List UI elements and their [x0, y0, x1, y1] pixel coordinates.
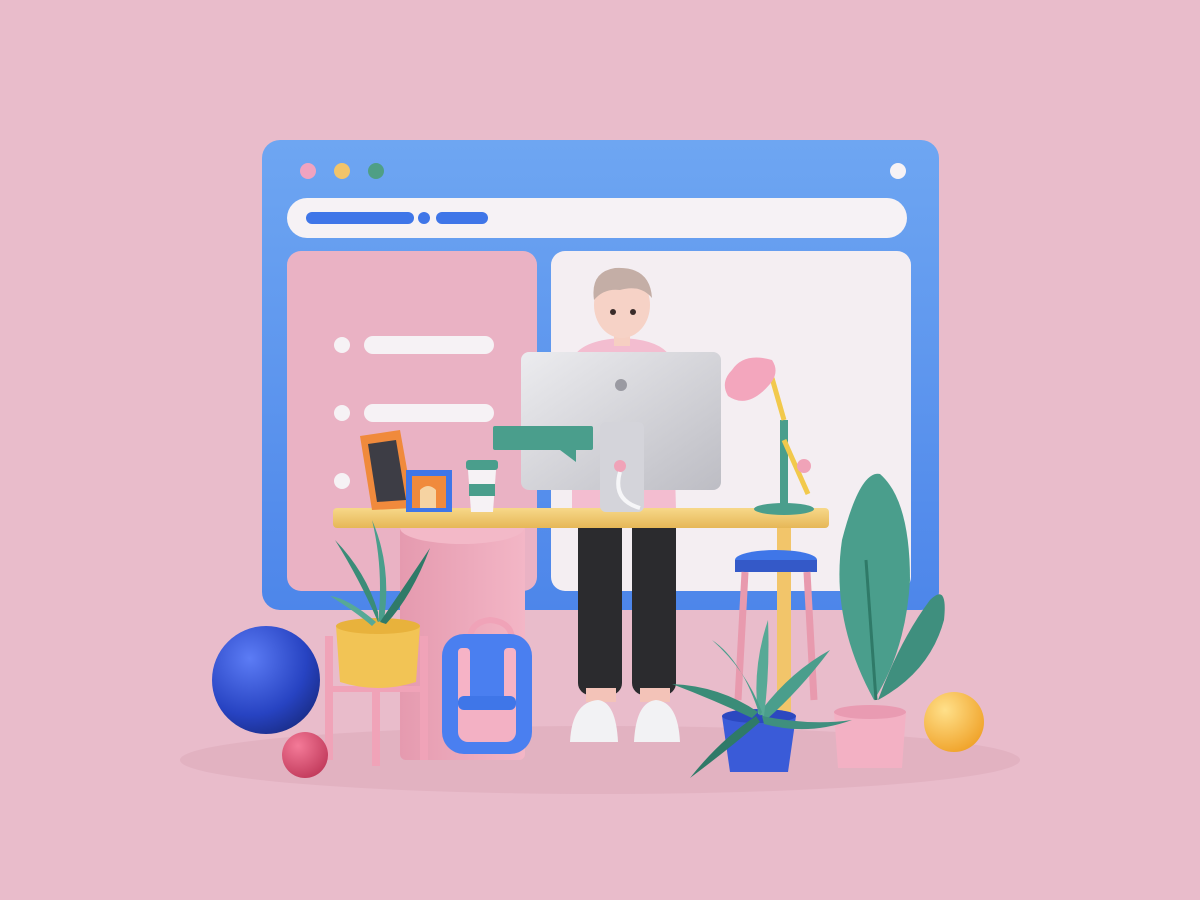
list-bullet-icon	[334, 405, 350, 421]
list-bullet-icon	[334, 337, 350, 353]
illustration-stage	[0, 0, 1200, 900]
list-line	[364, 336, 494, 354]
url-bar-segment	[436, 212, 488, 224]
picture-frame-icon	[406, 470, 452, 512]
person-ankle	[586, 688, 616, 702]
url-bar-dot	[418, 212, 430, 224]
person-eye	[630, 309, 636, 315]
monitor-cable-port	[614, 460, 626, 472]
person-leg	[632, 510, 676, 695]
coffee-cup-icon	[466, 460, 498, 512]
sphere-icon	[282, 732, 328, 778]
window-dot-icon	[368, 163, 384, 179]
window-dot-icon	[334, 163, 350, 179]
monitor-logo	[615, 379, 627, 391]
person-eye	[610, 309, 616, 315]
person-leg	[578, 510, 622, 695]
url-bar-segment	[306, 212, 414, 224]
sphere-icon	[924, 692, 984, 752]
shoe-icon	[570, 700, 618, 742]
window-dot-icon	[300, 163, 316, 179]
shoe-icon	[634, 700, 680, 742]
list-bullet-icon	[334, 473, 350, 489]
workspace-illustration	[180, 140, 1020, 794]
person-ankle	[640, 688, 670, 702]
sphere-icon	[212, 626, 320, 734]
backpack-icon	[442, 616, 532, 754]
list-line	[364, 404, 494, 422]
window-dot-icon	[890, 163, 906, 179]
